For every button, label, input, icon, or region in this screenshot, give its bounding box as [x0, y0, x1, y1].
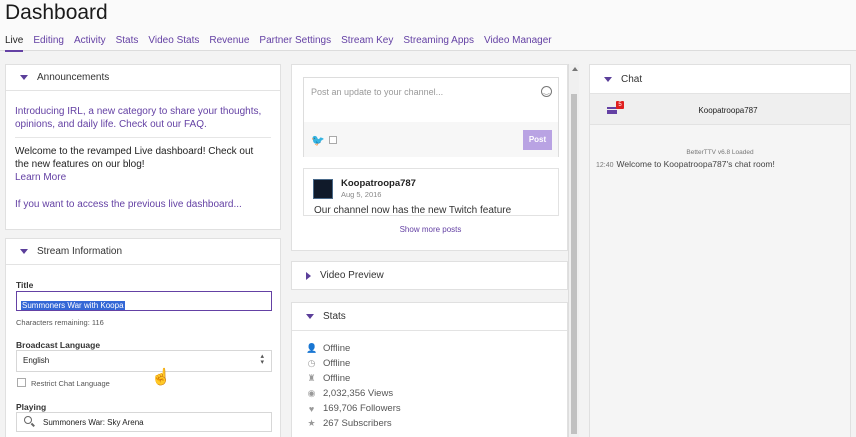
caret-right-icon [306, 271, 311, 280]
scroll-thumb[interactable] [571, 94, 577, 434]
bttv-loaded-msg: BetterTTV v6.8 Loaded [686, 149, 754, 156]
post-date: Aug 5, 2016 [341, 190, 382, 199]
tab-stream-key[interactable]: Stream Key [341, 35, 393, 52]
restrict-chat-checkbox[interactable] [17, 378, 26, 387]
chat-message: 12:40 Welcome to Koopatroopa787's chat ro… [596, 159, 775, 169]
stat-value: Offline [323, 358, 351, 369]
post-input[interactable]: Post an update to your channel... [304, 78, 558, 122]
top-bar: Dashboard Live Editing Activity Stats Vi… [0, 0, 856, 52]
stat-value: 169,706 Followers [323, 403, 401, 414]
playing-input[interactable]: Summoners War: Sky Arena [16, 412, 272, 432]
stream-info-header[interactable]: Stream Information [6, 239, 280, 265]
stat-row-viewers: ♜ Offline [306, 373, 350, 384]
search-icon-handle [31, 422, 35, 427]
caret-down-icon [20, 75, 28, 80]
post-placeholder: Post an update to your channel... [311, 87, 444, 97]
tab-video-manager[interactable]: Video Manager [484, 35, 552, 52]
irl-announcement[interactable]: Introducing IRL, a new category to share… [15, 105, 265, 131]
stat-value: 2,032,356 Views [323, 388, 394, 399]
chat-room-name: Koopatroopa787 [698, 106, 758, 115]
language-label: Broadcast Language [16, 340, 101, 350]
title-label: Title [16, 280, 34, 290]
stat-row-subscribers: ★ 267 Subscribers [306, 418, 392, 429]
stream-info-panel: Stream Information Title Summoners War w… [5, 238, 281, 437]
chat-header[interactable]: Chat [590, 65, 850, 94]
feed-panel: Post an update to your channel... ‿ 🐦 Po… [291, 64, 568, 251]
scroll-up-icon[interactable] [572, 67, 578, 71]
post-composer: Post an update to your channel... ‿ 🐦 Po… [303, 77, 559, 157]
stats-title: Stats [323, 311, 346, 322]
playing-label: Playing [16, 402, 47, 412]
learn-more-link[interactable]: Learn More [15, 171, 66, 184]
stream-info-title: Stream Information [37, 246, 123, 257]
show-more-posts[interactable]: Show more posts [292, 225, 569, 234]
previous-dashboard-link[interactable]: If you want to access the previous live … [15, 198, 242, 211]
title-input[interactable]: Summoners War with Koopa [16, 291, 272, 311]
playing-value: Summoners War: Sky Arena [43, 418, 144, 427]
chat-timestamp: 12:40 [596, 162, 614, 169]
stat-row-followers: ♥ 169,706 Followers [306, 403, 401, 414]
chat-title: Chat [621, 73, 643, 85]
tab-live[interactable]: Live [5, 35, 24, 52]
post-toolbar: 🐦 Post [304, 122, 558, 157]
stat-row-uptime: ◷ Offline [306, 358, 351, 369]
post-button[interactable]: Post [523, 130, 552, 150]
stat-row-status: 👤 Offline [306, 343, 350, 354]
star-icon: ★ [307, 418, 316, 428]
tab-stats[interactable]: Stats [116, 35, 139, 52]
feed-scrollbar[interactable] [568, 64, 579, 437]
stats-panel: Stats 👤 Offline ◷ Offline ♜ Offline ◉ 2,032,… [291, 302, 568, 437]
announcements-panel: Announcements Introducing IRL, a new cat… [5, 64, 281, 230]
tab-editing[interactable]: Editing [33, 35, 64, 52]
tab-partner-settings[interactable]: Partner Settings [259, 35, 331, 52]
chat-room-bar: 5 Koopatroopa787 [590, 94, 850, 125]
caret-down-icon [306, 314, 314, 319]
divider [15, 137, 271, 138]
title-input-value: Summoners War with Koopa [21, 301, 125, 310]
tab-video-stats[interactable]: Video Stats [148, 35, 199, 52]
tab-streaming-apps[interactable]: Streaming Apps [403, 35, 474, 52]
post-author[interactable]: Koopatroopa787 [341, 178, 416, 189]
video-preview-header[interactable]: Video Preview [292, 262, 567, 289]
tab-revenue[interactable]: Revenue [209, 35, 249, 52]
user-icon: 👤 [306, 343, 318, 353]
stat-value: 267 Subscribers [323, 418, 392, 429]
heart-icon: ♥ [308, 403, 315, 414]
stat-row-views: ◉ 2,032,356 Views [306, 388, 394, 399]
stats-header[interactable]: Stats [292, 303, 567, 331]
chars-remaining: Characters remaining: 116 [16, 318, 104, 327]
emoji-icon[interactable]: ‿ [541, 86, 552, 97]
hand-cursor-icon: ☝ [151, 369, 171, 386]
eye-icon: ◉ [307, 388, 316, 398]
video-preview-title: Video Preview [320, 270, 384, 281]
clock-icon: ◷ [307, 358, 316, 368]
caret-down-icon [604, 76, 612, 82]
people-icon: ♜ [307, 373, 316, 383]
caret-down-icon [20, 249, 28, 254]
revamp-announcement: Welcome to the revamped Live dashboard! … [15, 146, 254, 170]
twitter-icon[interactable]: 🐦 [311, 134, 325, 147]
post-text: Our channel now has the new Twitch featu… [314, 205, 512, 216]
select-arrows-icon: ▴ ▾ [260, 353, 264, 366]
announcements-header[interactable]: Announcements [6, 65, 280, 91]
channel-avatar[interactable] [313, 179, 333, 199]
announcements-title: Announcements [37, 72, 110, 83]
dashboard-nav: Live Editing Activity Stats Video Stats … [5, 35, 562, 52]
restrict-chat-label: Restrict Chat Language [31, 379, 110, 388]
stat-value: Offline [323, 343, 351, 354]
stat-value: Offline [323, 373, 351, 384]
language-select[interactable]: English ▴ ▾ [16, 350, 272, 372]
chat-welcome-text: Welcome to Koopatroopa787's chat room! [616, 159, 775, 169]
chat-panel: Chat 5 Koopatroopa787 BetterTTV v6.8 Loa… [589, 64, 851, 437]
post-card: Koopatroopa787 Aug 5, 2016 Our channel n… [303, 168, 559, 216]
twitter-checkbox[interactable] [329, 136, 337, 144]
language-value: English [23, 356, 50, 365]
page-title: Dashboard [5, 1, 108, 24]
tab-activity[interactable]: Activity [74, 35, 106, 52]
video-preview-panel: Video Preview [291, 261, 568, 290]
